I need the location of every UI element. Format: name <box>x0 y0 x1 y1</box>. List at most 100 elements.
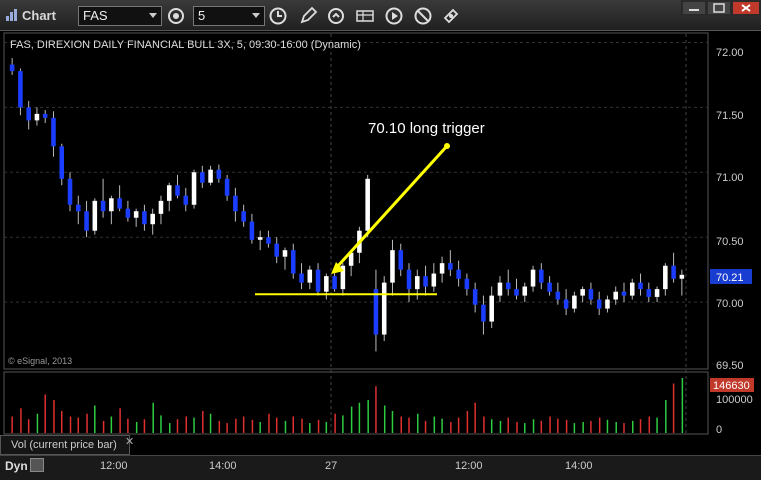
candle-body <box>67 178 73 205</box>
price-tick: 72.00 <box>716 47 744 59</box>
candle-body <box>638 282 643 290</box>
candle-body <box>439 263 445 274</box>
candle-body <box>150 213 155 225</box>
interval-value: 5 <box>198 8 206 23</box>
candle-body <box>282 250 288 257</box>
candle-body <box>266 237 271 244</box>
volume-tick: 100000 <box>716 394 753 406</box>
candle-body <box>9 64 15 72</box>
chart-app-icon <box>6 9 17 21</box>
candle-body <box>596 299 602 309</box>
price-tick: 70.00 <box>716 298 744 310</box>
price-tick: 71.00 <box>716 172 744 184</box>
candle-body <box>183 195 189 205</box>
time-tick: 12:00 <box>455 460 483 472</box>
candle-body <box>42 113 48 118</box>
scale-icon[interactable] <box>30 458 44 472</box>
candle-body <box>249 221 255 240</box>
close-icon[interactable]: ✕ <box>125 435 134 448</box>
candle-body <box>274 243 279 257</box>
annotation-text: 70.10 long trigger <box>368 120 485 137</box>
price-tick: 69.50 <box>716 360 744 372</box>
pencil-icon[interactable] <box>298 6 318 26</box>
chart-area[interactable]: FAS, DIREXION DAILY FINANCIAL BULL 3X, 5… <box>0 31 761 455</box>
refresh-icon[interactable] <box>326 6 346 26</box>
no-entry-icon[interactable] <box>413 6 433 26</box>
gear-icon[interactable] <box>166 6 186 26</box>
candle-body <box>142 211 147 225</box>
volume-study-label: Vol (current price bar) <box>11 439 117 451</box>
candle-body <box>415 276 420 290</box>
symbol-combo[interactable]: FAS <box>78 6 162 26</box>
candle-body <box>505 282 511 290</box>
play-icon[interactable] <box>384 6 404 26</box>
candle-body <box>613 291 618 300</box>
candle-body <box>26 107 31 121</box>
candle-body <box>671 265 676 279</box>
candle-body <box>76 204 81 212</box>
candle-body <box>406 269 412 290</box>
candle-body <box>539 269 544 283</box>
candle-body <box>307 269 313 283</box>
clock-icon[interactable] <box>268 6 288 26</box>
candle-body <box>530 269 536 287</box>
candle-body <box>365 178 370 231</box>
candle-body <box>158 200 164 214</box>
candle-body <box>109 198 114 212</box>
candle-body <box>315 269 321 292</box>
candle-body <box>572 295 577 309</box>
candle-body <box>456 269 461 279</box>
candle-body <box>514 289 519 296</box>
candle-body <box>629 282 635 296</box>
volume-tick: 0 <box>716 424 722 436</box>
data-table-icon[interactable] <box>355 6 375 26</box>
candle-body <box>431 273 437 287</box>
interval-combo[interactable]: 5 <box>193 6 265 26</box>
candle-body <box>605 299 610 309</box>
chart-header: FAS, DIREXION DAILY FINANCIAL BULL 3X, 5… <box>10 39 361 51</box>
candle-body <box>373 289 379 335</box>
candle-body <box>59 146 65 179</box>
volume-current-value: 146630 <box>713 380 750 392</box>
candle-body <box>588 289 594 300</box>
candle-body <box>489 295 494 322</box>
candle-body <box>464 278 470 290</box>
candle-body <box>166 185 172 201</box>
candle-body <box>84 211 89 231</box>
candle-body <box>224 178 230 196</box>
copyright-text: © eSignal, 2013 <box>8 356 72 366</box>
candle-body <box>381 282 387 335</box>
volume-study-tab[interactable]: Vol (current price bar) <box>0 435 130 455</box>
candle-body <box>100 200 106 212</box>
candle-body <box>257 237 263 240</box>
candle-body <box>448 263 453 270</box>
candle-body <box>390 250 395 283</box>
candle-body <box>563 299 569 309</box>
candle-body <box>233 195 238 212</box>
link-icon[interactable] <box>441 6 461 26</box>
window-controls <box>681 0 761 16</box>
candle-body <box>580 289 585 296</box>
chevron-down-icon <box>252 13 260 18</box>
candle-body <box>654 289 660 297</box>
dynamic-mode-label[interactable]: Dyn <box>5 459 28 473</box>
time-tick: 12:00 <box>100 460 128 472</box>
candle-body <box>423 276 428 287</box>
symbol-value: FAS <box>83 8 108 23</box>
toolbar: Chart FAS 5 <box>0 0 761 31</box>
minimize-button[interactable] <box>683 2 705 14</box>
candle-body <box>241 211 246 222</box>
candle-body <box>290 250 296 274</box>
candle-body <box>646 289 652 297</box>
time-tick: 27 <box>325 460 338 472</box>
candle-body <box>547 282 552 292</box>
candle-body <box>679 274 685 279</box>
candle-body <box>117 198 122 209</box>
candle-body <box>191 172 197 205</box>
candle-body <box>663 265 668 290</box>
candle-body <box>398 250 404 270</box>
arrow-origin <box>444 143 450 149</box>
candle-body <box>497 282 503 296</box>
candle-body <box>555 291 561 300</box>
candle-body <box>92 200 98 231</box>
